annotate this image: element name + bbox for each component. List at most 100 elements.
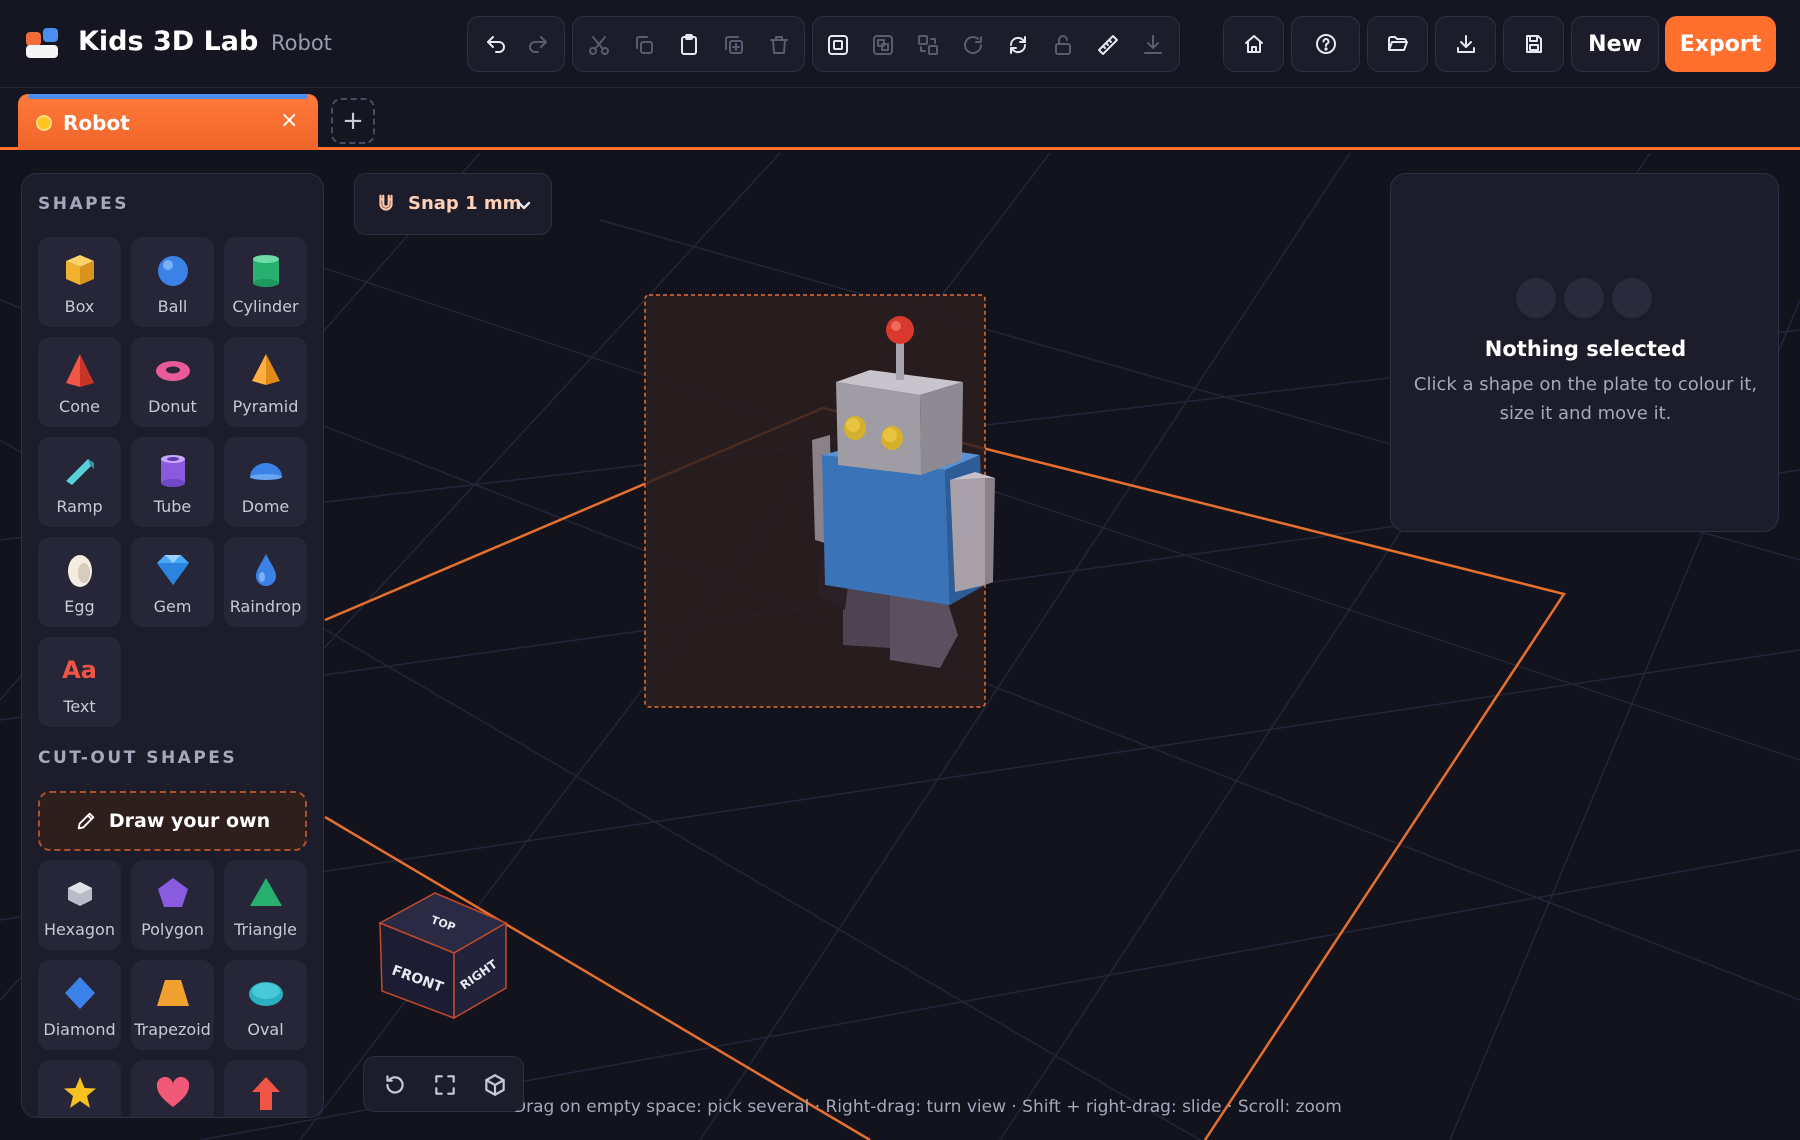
- add-tab-button[interactable]: +: [331, 98, 375, 144]
- selection-panel: Nothing selected Click a shape on the pl…: [1390, 173, 1779, 532]
- cut-button[interactable]: [580, 26, 618, 64]
- cutout-section-title: CUT-OUT SHAPES: [38, 748, 238, 768]
- heart-icon: [156, 1076, 189, 1107]
- unlock-icon: [1055, 35, 1071, 55]
- edit-toolbar-group: [572, 16, 805, 72]
- star-icon: [63, 1077, 96, 1108]
- view-controls: [363, 1056, 524, 1112]
- align-icon: [918, 35, 938, 55]
- cutout-hexagon[interactable]: Hexagon: [38, 860, 121, 950]
- select-all-icon: [828, 35, 848, 55]
- delete-icon: [770, 36, 788, 54]
- raindrop-icon: [255, 554, 276, 586]
- history-toolbar-group: [467, 16, 565, 72]
- egg-icon: [67, 555, 92, 587]
- shape-cylinder[interactable]: Cylinder: [224, 237, 307, 327]
- cone-icon: [65, 354, 94, 387]
- flip-icon: [1009, 36, 1027, 54]
- redo-button[interactable]: [519, 26, 557, 64]
- help-button[interactable]: [1291, 16, 1360, 72]
- pencil-icon: [77, 812, 95, 830]
- cutout-diamond[interactable]: Diamond: [38, 960, 121, 1050]
- ruler-button[interactable]: [1089, 26, 1127, 64]
- triangle-icon: [249, 878, 282, 906]
- shape-ramp[interactable]: Ramp: [38, 437, 121, 527]
- text-icon: Aa: [62, 656, 97, 684]
- home-icon: [1244, 35, 1263, 53]
- top-bar: Kids 3D Lab Robot New Export: [0, 0, 1800, 88]
- document-name[interactable]: Robot: [271, 31, 332, 55]
- tab-strip: Robot × +: [0, 88, 1800, 150]
- unlock-button[interactable]: [1044, 26, 1082, 64]
- cut-icon: [589, 36, 609, 55]
- duplicate-button[interactable]: [715, 26, 753, 64]
- snap-dropdown[interactable]: Snap 1 mm: [354, 173, 552, 235]
- copy-button[interactable]: [625, 26, 663, 64]
- shape-gem[interactable]: Gem: [131, 537, 214, 627]
- perspective-icon: [485, 1074, 505, 1096]
- cutout-polygon[interactable]: Polygon: [131, 860, 214, 950]
- new-button[interactable]: New: [1571, 16, 1659, 72]
- undo-button[interactable]: [477, 26, 515, 64]
- fit-view-button[interactable]: [432, 1072, 458, 1098]
- rotate-icon: [964, 36, 983, 54]
- export-button[interactable]: Export: [1665, 16, 1776, 72]
- save-button[interactable]: [1503, 16, 1564, 72]
- rotate-button[interactable]: [954, 26, 992, 64]
- shape-ball[interactable]: Ball: [131, 237, 214, 327]
- ball-icon: [157, 256, 188, 286]
- cutout-heart[interactable]: [131, 1060, 214, 1117]
- cutout-trapezoid[interactable]: Trapezoid: [131, 960, 214, 1050]
- copy-icon: [636, 36, 653, 54]
- home-button[interactable]: [1223, 16, 1284, 72]
- pyramid-icon: [251, 354, 280, 385]
- draw-your-own-button[interactable]: Draw your own: [38, 791, 307, 851]
- shape-egg[interactable]: Egg: [38, 537, 121, 627]
- cutout-oval[interactable]: Oval: [224, 960, 307, 1050]
- shapes-section-title: SHAPES: [38, 194, 129, 214]
- tab-robot[interactable]: Robot ×: [18, 94, 318, 150]
- undo-icon: [487, 36, 505, 53]
- shape-cone[interactable]: Cone: [38, 337, 121, 427]
- open-button[interactable]: [1367, 16, 1428, 72]
- shape-raindrop[interactable]: Raindrop: [224, 537, 307, 627]
- status-hint: Drag on empty space: pick several · Righ…: [513, 1097, 1342, 1117]
- oval-icon: [248, 982, 283, 1006]
- chevron-down-icon: [517, 201, 531, 210]
- polygon-icon: [157, 878, 188, 907]
- reset-view-button[interactable]: [382, 1072, 408, 1098]
- ramp-icon: [65, 459, 94, 485]
- shape-box[interactable]: Box: [38, 237, 121, 327]
- save-icon: [1525, 35, 1542, 53]
- cutout-triangle[interactable]: Triangle: [224, 860, 307, 950]
- shape-tube[interactable]: Tube: [131, 437, 214, 527]
- donut-icon: [155, 361, 190, 381]
- unsaved-dot-icon: [36, 115, 52, 131]
- arrange-toolbar-group: [812, 16, 1180, 72]
- download-button[interactable]: [1435, 16, 1496, 72]
- flip-button[interactable]: [999, 26, 1037, 64]
- cutout-arrow[interactable]: [224, 1060, 307, 1117]
- selection-description: Click a shape on the plate to colour it,…: [1413, 374, 1758, 424]
- view-cube[interactable]: TOP FRONT RIGHT: [370, 883, 520, 1033]
- delete-button[interactable]: [760, 26, 798, 64]
- tab-close-button[interactable]: ×: [280, 108, 298, 133]
- drop-to-plate-icon: [1144, 35, 1162, 54]
- shape-text[interactable]: Aa Text: [38, 637, 121, 727]
- group-icon: [873, 35, 893, 55]
- drop-to-plate-button[interactable]: [1134, 26, 1172, 64]
- fit-view-icon: [435, 1075, 455, 1095]
- group-button[interactable]: [864, 26, 902, 64]
- paste-icon: [681, 34, 697, 55]
- perspective-button[interactable]: [482, 1072, 508, 1098]
- shape-donut[interactable]: Donut: [131, 337, 214, 427]
- help-icon: [1315, 34, 1336, 54]
- shape-dome[interactable]: Dome: [224, 437, 307, 527]
- cutout-star[interactable]: [38, 1060, 121, 1117]
- select-all-button[interactable]: [819, 26, 857, 64]
- align-button[interactable]: [909, 26, 947, 64]
- shape-pyramid[interactable]: Pyramid: [224, 337, 307, 427]
- paste-button[interactable]: [670, 26, 708, 64]
- diamond-icon: [64, 977, 95, 1009]
- ruler-icon: [1098, 35, 1118, 55]
